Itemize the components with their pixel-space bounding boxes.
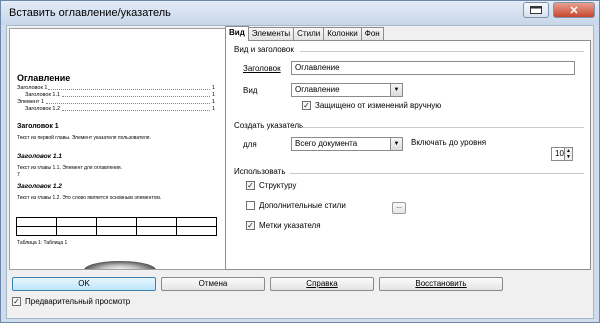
preview-toggle-label: Предварительный просмотр: [25, 297, 131, 306]
preview-toc-entry: Элемент 1: [17, 99, 45, 105]
title-bar[interactable]: Вставить оглавление/указатель ✕: [1, 1, 599, 25]
scope-select-value: Всего документа: [295, 139, 358, 148]
chevron-down-icon[interactable]: ▼: [390, 84, 402, 96]
spin-down-icon[interactable]: ▼: [564, 154, 572, 160]
tab-entries[interactable]: Элементы: [247, 27, 295, 40]
level-label: Включать до уровня: [411, 138, 487, 147]
type-title-group-label: Вид и заголовок: [234, 45, 294, 54]
tab-panel-type: Вид и заголовок Заголовок Оглавление Вид…: [225, 40, 591, 270]
preview-toc-entry: Заголовок 1.1: [25, 92, 61, 98]
preview-table: [16, 217, 217, 236]
chevron-down-icon[interactable]: ▼: [390, 138, 402, 150]
preview-text: Текст из первой главы. Элемент указателя…: [17, 135, 151, 141]
title-label: Заголовок: [243, 64, 281, 73]
preview-toc-entry: Заголовок 1.2: [25, 106, 61, 112]
close-icon: ✕: [569, 4, 579, 17]
dialog-body: Оглавление Заголовок 1 1 Заголовок 1.1 1…: [6, 25, 594, 319]
structure-label: Структуру: [259, 181, 297, 190]
preview-title: Оглавление: [17, 73, 71, 83]
additional-styles-label: Дополнительные стили: [259, 201, 346, 210]
preview-toc-page: 1: [212, 85, 216, 91]
tab-type[interactable]: Вид: [225, 26, 249, 41]
preview-heading: Заголовок 1: [17, 123, 59, 130]
structure-checkbox[interactable]: ✓ Структуру: [246, 181, 296, 190]
preview-table-caption: Таблица 1: Таблица 1: [17, 240, 68, 246]
checkbox-unchecked-icon[interactable]: [246, 201, 255, 210]
tab-bar: Вид Элементы Стили Колонки Фон: [225, 26, 384, 41]
preview-toc-page: 1: [212, 106, 216, 112]
help-button[interactable]: Справка: [270, 277, 374, 291]
preview-text: Текст из главы 1.2. Это слово является о…: [17, 195, 162, 201]
index-marks-checkbox[interactable]: ✓ Метки указателя: [246, 221, 321, 230]
scope-select[interactable]: Всего документа ▼: [291, 137, 403, 151]
dialog-window: Вставить оглавление/указатель ✕ Оглавлен…: [0, 0, 600, 323]
use-group-label: Использовать: [234, 167, 286, 176]
window-title: Вставить оглавление/указатель: [9, 7, 171, 19]
preview-heading: Заголовок 1.1: [17, 153, 62, 160]
checkbox-checked-icon[interactable]: ✓: [302, 101, 311, 110]
group-separator: [300, 51, 584, 52]
index-marks-label: Метки указателя: [259, 221, 321, 230]
level-stepper[interactable]: 10 ▲ ▼: [551, 147, 573, 161]
assign-styles-button[interactable]: ...: [392, 202, 406, 214]
checkbox-checked-icon[interactable]: ✓: [246, 221, 255, 230]
ok-button[interactable]: OK: [12, 277, 156, 291]
checkbox-checked-icon[interactable]: ✓: [246, 181, 255, 190]
title-input[interactable]: Оглавление: [291, 61, 575, 75]
group-separator: [302, 127, 584, 128]
cancel-button[interactable]: Отмена: [161, 277, 265, 291]
preview-toc-leader: [46, 99, 210, 104]
close-button[interactable]: ✕: [553, 2, 595, 18]
preview-toc-leader: [62, 106, 210, 111]
preview-toc-leader: [48, 85, 210, 90]
group-separator: [290, 173, 584, 174]
preview-toggle-checkbox[interactable]: ✓ Предварительный просмотр: [12, 297, 130, 306]
level-value: 10: [555, 149, 564, 158]
preview-superscript: 7: [17, 172, 20, 178]
preview-pane: Оглавление Заголовок 1 1 Заголовок 1.1 1…: [9, 28, 227, 270]
preview-toc-leader: [62, 92, 210, 97]
preview-toc-page: 1: [212, 92, 216, 98]
checkbox-checked-icon[interactable]: ✓: [12, 297, 21, 306]
protect-checkbox[interactable]: ✓ Защищено от изменений вручную: [302, 101, 441, 110]
additional-styles-checkbox[interactable]: Дополнительные стили: [246, 201, 346, 210]
window-icon: [530, 6, 542, 14]
tab-styles[interactable]: Стили: [293, 27, 325, 40]
for-label: для: [243, 140, 257, 149]
type-select[interactable]: Оглавление ▼: [291, 83, 403, 97]
preview-toc-page: 1: [212, 99, 216, 105]
type-label: Вид: [243, 86, 258, 95]
preview-toc-entry: Заголовок 1: [17, 85, 48, 91]
protect-label: Защищено от изменений вручную: [315, 101, 442, 110]
preview-heading: Заголовок 1.2: [17, 183, 62, 190]
type-select-value: Оглавление: [295, 85, 340, 94]
preview-object-image: [84, 261, 156, 269]
reset-button[interactable]: Восстановить: [379, 277, 503, 291]
tab-columns[interactable]: Колонки: [323, 27, 362, 40]
help-mode-button[interactable]: [523, 2, 549, 18]
create-index-group-label: Создать указатель: [234, 121, 304, 130]
preview-text: Текст из главы 1.1. Элемент для оглавлен…: [17, 165, 123, 171]
tab-background[interactable]: Фон: [360, 27, 384, 40]
